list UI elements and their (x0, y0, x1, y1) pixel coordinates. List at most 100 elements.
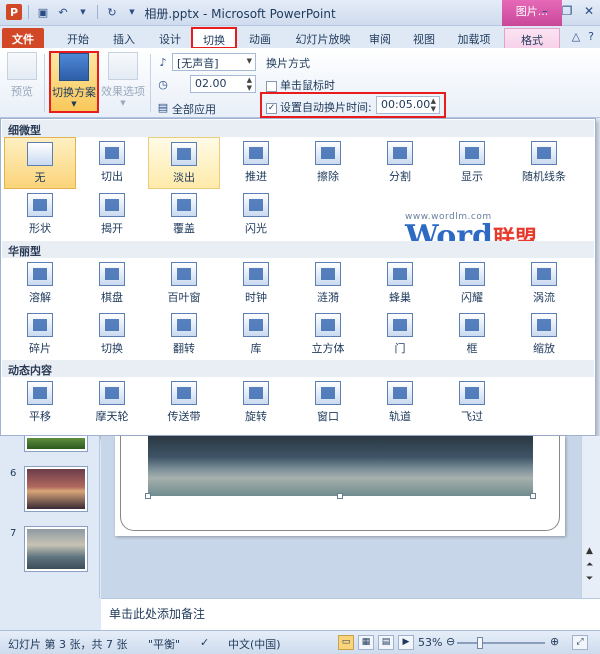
slide-sorter-button[interactable]: ▦ (358, 635, 374, 650)
transition-ferris-wheel[interactable]: 摩天轮 (76, 377, 148, 429)
transition-cover[interactable]: 覆盖 (148, 189, 220, 241)
restore-icon[interactable]: ❐ (560, 3, 574, 19)
transition-switch[interactable]: 切换 (76, 309, 148, 361)
slide-thumbnail-5[interactable] (24, 436, 88, 452)
transition-shape[interactable]: 形状 (4, 189, 76, 241)
help-icon[interactable]: ? (588, 30, 594, 43)
slideshow-button[interactable]: ▶ (398, 635, 414, 650)
zoom-slider[interactable] (457, 642, 545, 644)
transition-dissolve[interactable]: 溶解 (4, 258, 76, 310)
spellcheck-icon[interactable]: ✓ (200, 636, 209, 649)
transition-checkerboard[interactable]: 棋盘 (76, 258, 148, 310)
resize-handle[interactable] (530, 493, 536, 499)
notes-pane[interactable]: 单击此处添加备注 (101, 598, 600, 630)
transition-flip[interactable]: 翻转 (148, 309, 220, 361)
transition-flash-icon (243, 193, 269, 217)
slide-photo[interactable] (148, 436, 533, 496)
resize-handle[interactable] (145, 493, 151, 499)
effect-options-label: 效果选项 (101, 85, 145, 98)
transition-fly-through[interactable]: 飞过 (436, 377, 508, 429)
transition-cube[interactable]: 立方体 (292, 309, 364, 361)
zoom-out-icon[interactable]: ⊖ (446, 635, 455, 648)
transition-doors[interactable]: 门 (364, 309, 436, 361)
on-click-checkbox[interactable]: 单击鼠标时 (266, 77, 335, 93)
transition-shred[interactable]: 碎片 (4, 309, 76, 361)
minimize-icon[interactable]: – (538, 3, 552, 19)
transition-ripple-icon (315, 262, 341, 286)
chevron-down-icon: ▼ (71, 100, 77, 108)
prev-slide-icon[interactable]: ⏶ (586, 560, 593, 570)
transition-label: 随机线条 (522, 170, 566, 183)
tab-format[interactable]: 格式 (504, 28, 560, 48)
transition-window[interactable]: 窗口 (292, 377, 364, 429)
duration-spinner[interactable]: 02.00 ▲ ▼ (190, 75, 256, 93)
zoom-slider-knob[interactable] (477, 637, 483, 649)
transition-random-bars[interactable]: 随机线条 (508, 137, 580, 189)
transition-pan[interactable]: 平移 (4, 377, 76, 429)
apply-all-button[interactable]: 全部应用 (172, 101, 216, 117)
spin-up-icon[interactable]: ▲ (431, 97, 436, 105)
transition-glitter[interactable]: 闪耀 (436, 258, 508, 310)
spin-down-icon[interactable]: ▼ (431, 105, 436, 113)
transition-none[interactable]: 无 (4, 137, 76, 189)
collapse-ribbon-icon[interactable]: △ (572, 30, 580, 43)
transition-flash[interactable]: 闪光 (220, 189, 292, 241)
transition-clock[interactable]: 时钟 (220, 258, 292, 310)
transition-vortex[interactable]: 涡流 (508, 258, 580, 310)
auto-advance-checkbox[interactable]: ✓ 设置自动换片时间: (266, 99, 372, 115)
slide-thumbnail-7[interactable] (24, 526, 88, 572)
transition-gallery[interactable]: 库 (220, 309, 292, 361)
vertical-scrollbar[interactable]: ▲ ⏶ ⏷ (581, 436, 600, 598)
transition-checkerboard-icon (99, 262, 125, 286)
tab-view[interactable]: 视图 (406, 28, 442, 48)
current-slide[interactable] (115, 436, 565, 536)
auto-advance-check[interactable]: ✓ (266, 102, 277, 114)
effect-options-button[interactable]: 效果选项 ▼ (100, 52, 146, 112)
tab-slideshow[interactable]: 幻灯片放映 (288, 28, 358, 48)
tab-design[interactable]: 设计 (150, 28, 190, 48)
transition-push[interactable]: 推进 (220, 137, 292, 189)
language[interactable]: 中文(中国) (228, 636, 281, 652)
normal-view-button[interactable]: ▭ (338, 635, 354, 650)
transition-conveyor[interactable]: 传送带 (148, 377, 220, 429)
spin-down-icon[interactable]: ▼ (247, 84, 252, 92)
transition-label: 缩放 (533, 342, 555, 355)
transition-scheme-button[interactable]: 切换方案 ▼ (49, 51, 99, 113)
transition-blinds[interactable]: 百叶窗 (148, 258, 220, 310)
transition-cut[interactable]: 切出 (76, 137, 148, 189)
on-click-check[interactable] (266, 80, 277, 92)
auto-advance-time-spinner[interactable]: 00:05.00 ▲ ▼ (376, 96, 440, 114)
transition-honeycomb[interactable]: 蜂巢 (364, 258, 436, 310)
transition-uncover[interactable]: 揭开 (76, 189, 148, 241)
tab-animations[interactable]: 动画 (240, 28, 280, 48)
fit-to-window-icon[interactable]: ⤢ (572, 635, 588, 650)
preview-button[interactable]: 预览 (4, 52, 40, 112)
close-icon[interactable]: ✕ (582, 3, 596, 19)
tab-home[interactable]: 开始 (58, 28, 98, 48)
transition-flip-icon (171, 313, 197, 337)
transition-reveal[interactable]: 显示 (436, 137, 508, 189)
next-slide-icon[interactable]: ⏷ (586, 574, 593, 584)
transition-orbit[interactable]: 轨道 (364, 377, 436, 429)
spin-up-icon[interactable]: ▲ (247, 76, 252, 84)
sound-dropdown[interactable]: [无声音] ▼ (172, 53, 256, 71)
slide-thumbnail-6[interactable] (24, 466, 88, 512)
transition-zoom[interactable]: 缩放 (508, 309, 580, 361)
tab-addins[interactable]: 加载项 (448, 28, 500, 48)
transition-wipe[interactable]: 擦除 (292, 137, 364, 189)
tab-file[interactable]: 文件 (2, 28, 44, 48)
transition-fade[interactable]: 淡出 (148, 137, 220, 189)
theme-name[interactable]: "平衡" (148, 636, 180, 652)
scroll-up-icon[interactable]: ▲ (586, 546, 593, 556)
tab-insert[interactable]: 插入 (104, 28, 144, 48)
resize-handle[interactable] (337, 493, 343, 499)
transition-ripple[interactable]: 涟漪 (292, 258, 364, 310)
tab-review[interactable]: 审阅 (362, 28, 398, 48)
tab-transitions[interactable]: 切换 (191, 27, 237, 49)
zoom-in-icon[interactable]: ⊕ (550, 635, 559, 648)
zoom-level[interactable]: 53% (418, 636, 442, 649)
transition-split[interactable]: 分割 (364, 137, 436, 189)
transition-box[interactable]: 框 (436, 309, 508, 361)
transition-rotate[interactable]: 旋转 (220, 377, 292, 429)
reading-view-button[interactable]: ▤ (378, 635, 394, 650)
